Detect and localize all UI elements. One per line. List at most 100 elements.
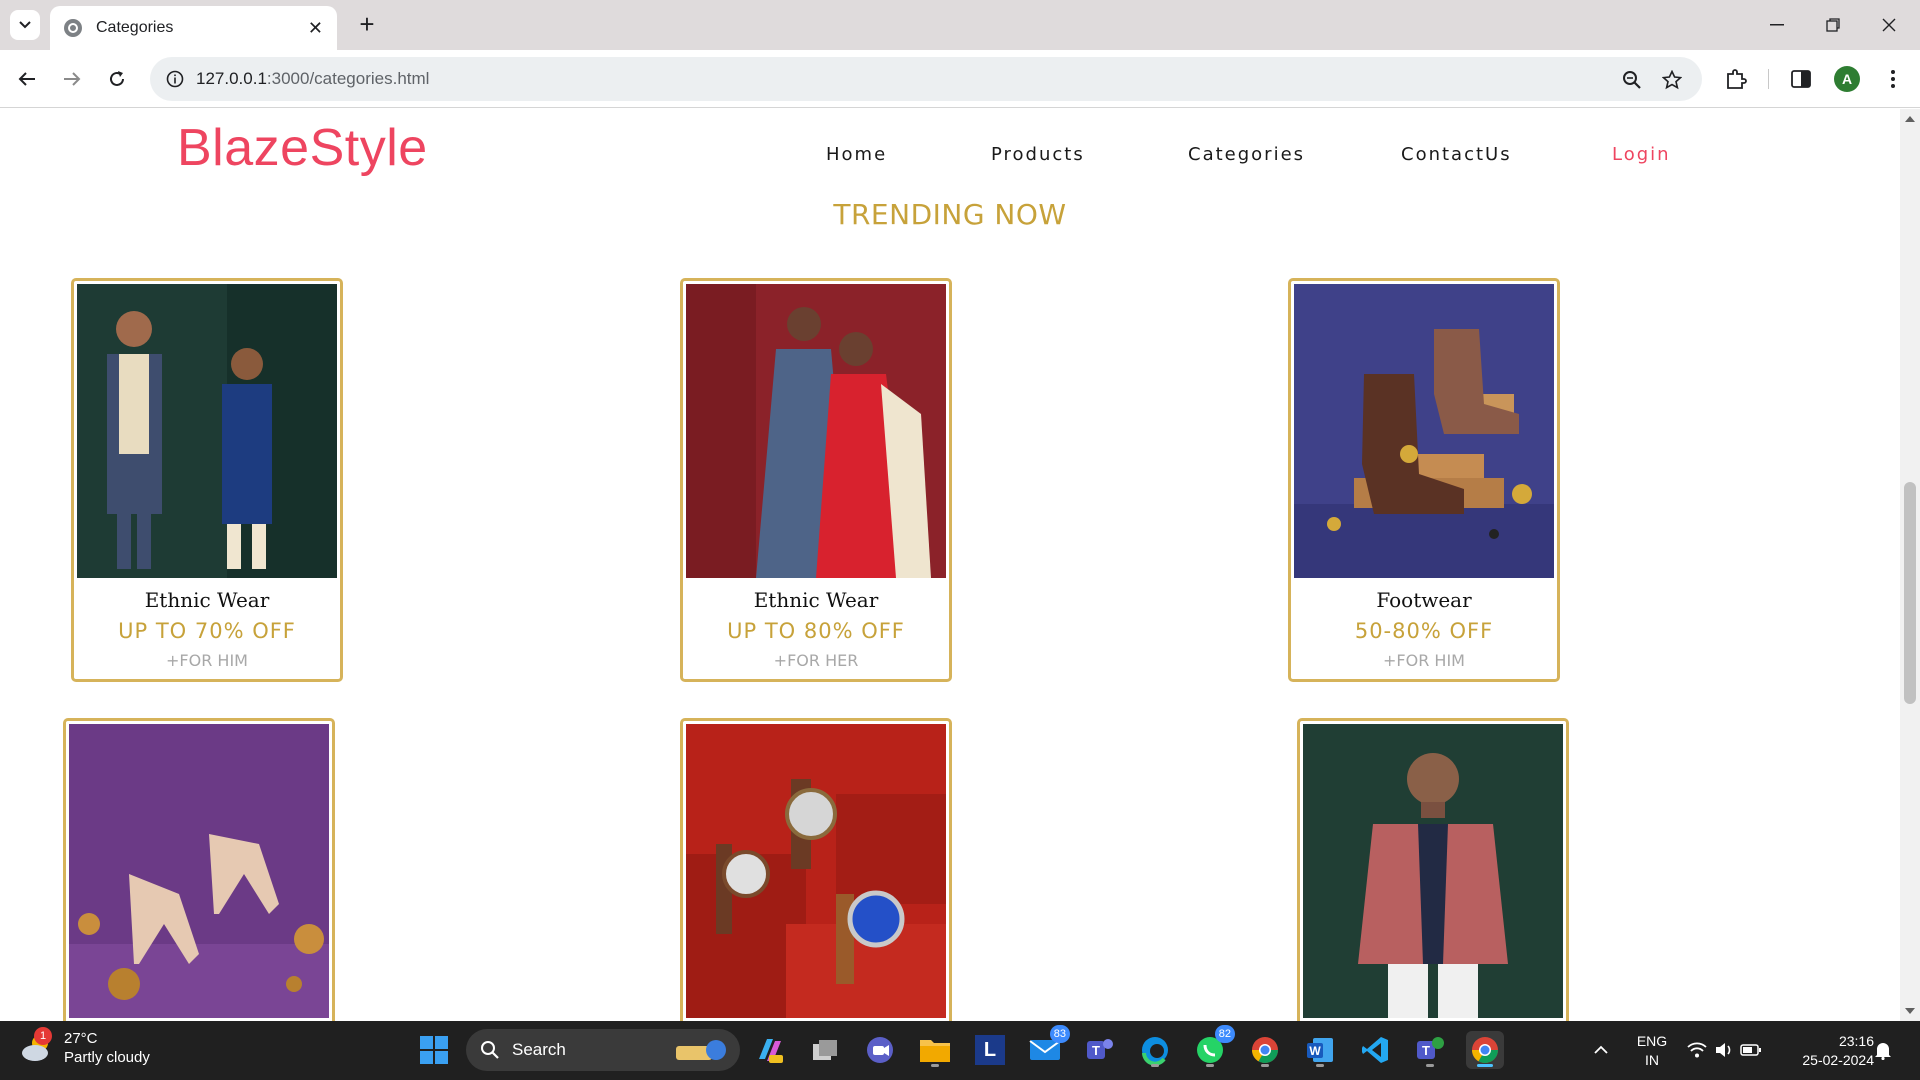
running-indicator: [1151, 1064, 1159, 1067]
svg-text:T: T: [1092, 1043, 1100, 1058]
tab-title: Categories: [96, 19, 174, 36]
scrollbar-thumb[interactable]: [1904, 482, 1916, 704]
url-host: 127.0.0.1: [196, 69, 267, 88]
nav-contactus[interactable]: ContactUs: [1401, 144, 1512, 165]
card-title: Ethnic Wear: [753, 588, 879, 612]
kebab-menu-icon: [1891, 70, 1895, 88]
show-hidden-icons-button[interactable]: [1582, 1031, 1620, 1069]
clock[interactable]: 23:16 25-02-2024: [1778, 1032, 1874, 1070]
wifi-icon: [1687, 1042, 1707, 1058]
arrow-right-icon: [64, 72, 81, 86]
file-explorer-icon[interactable]: [916, 1031, 954, 1069]
extensions-button[interactable]: [1720, 63, 1752, 95]
new-tab-button[interactable]: +: [352, 10, 382, 40]
meet-icon[interactable]: [861, 1031, 899, 1069]
taskbar-search[interactable]: Search: [466, 1029, 740, 1071]
mail-icon[interactable]: 83: [1026, 1025, 1070, 1069]
nav-login[interactable]: Login: [1612, 144, 1671, 165]
browser-tab-active[interactable]: Categories ✕: [50, 6, 337, 50]
weather-temp: 27°C: [64, 1030, 98, 1047]
browser-menu-button[interactable]: [1877, 63, 1909, 95]
puzzle-icon: [1727, 69, 1747, 89]
running-indicator: [931, 1064, 939, 1067]
category-card[interactable]: [1297, 718, 1569, 1021]
card-subtitle: +FOR HIM: [166, 651, 248, 670]
running-indicator: [1261, 1064, 1269, 1067]
close-window-button[interactable]: [1866, 8, 1912, 42]
l-app-icon[interactable]: L: [971, 1031, 1009, 1069]
card-image: [69, 724, 329, 1018]
search-label: Search: [512, 1040, 566, 1059]
back-button[interactable]: [9, 61, 45, 97]
windows-logo-icon: [420, 1036, 448, 1064]
forward-button[interactable]: [54, 61, 90, 97]
scroll-up-arrow[interactable]: [1905, 116, 1915, 122]
taskbar: 1 27°C Partly cloudy Search L 83 T 82 W …: [0, 1021, 1920, 1080]
weather-badge: 1: [34, 1027, 52, 1045]
card-offer: UP TO 80% OFF: [727, 619, 905, 643]
search-icon: [481, 1041, 499, 1059]
site-info-icon[interactable]: [162, 66, 188, 92]
browser-tab-strip: Categories ✕ +: [0, 0, 1920, 50]
url-text: 127.0.0.1:3000/categories.html: [196, 69, 429, 89]
address-bar[interactable]: 127.0.0.1:3000/categories.html: [150, 57, 1702, 101]
svg-text:W: W: [1309, 1044, 1321, 1058]
category-card[interactable]: Ethnic Wear UP TO 70% OFF +FOR HIM: [71, 278, 343, 682]
whatsapp-icon[interactable]: 82: [1191, 1025, 1235, 1069]
volume-icon: [1716, 1043, 1731, 1057]
chrome-profile-icon[interactable]: [1246, 1031, 1284, 1069]
quick-settings-button[interactable]: [1682, 1031, 1766, 1069]
edge-icon[interactable]: [1136, 1031, 1174, 1069]
card-subtitle: +FOR HIM: [1383, 651, 1465, 670]
card-title: Footwear: [1376, 588, 1472, 612]
start-button[interactable]: [415, 1031, 453, 1069]
section-title: TRENDING NOW: [833, 198, 1067, 231]
category-card[interactable]: [63, 718, 335, 1021]
url-path: :3000/categories.html: [266, 69, 430, 88]
page-scrollbar[interactable]: [1900, 109, 1920, 1021]
avatar: A: [1834, 66, 1860, 92]
category-card[interactable]: Ethnic Wear UP TO 80% OFF +FOR HER: [680, 278, 952, 682]
zoom-icon[interactable]: [1618, 66, 1646, 94]
clock-time: 23:16: [1838, 1033, 1874, 1049]
language-code: ENG: [1636, 1033, 1668, 1049]
teams-icon[interactable]: T: [1081, 1031, 1119, 1069]
globe-icon: [64, 19, 82, 37]
minimize-button[interactable]: [1754, 8, 1800, 42]
nav-categories[interactable]: Categories: [1188, 144, 1305, 165]
nav-home[interactable]: Home: [826, 144, 887, 165]
search-highlight-icon: [676, 1040, 726, 1060]
card-image: [686, 284, 946, 578]
copilot-icon[interactable]: [751, 1031, 789, 1069]
bookmark-star-icon[interactable]: [1658, 66, 1686, 94]
profile-button[interactable]: A: [1831, 63, 1863, 95]
card-image: [1303, 724, 1563, 1018]
mail-badge: 83: [1049, 1025, 1070, 1043]
browser-toolbar: 127.0.0.1:3000/categories.html A: [0, 50, 1920, 108]
close-tab-icon[interactable]: ✕: [308, 18, 323, 39]
restore-icon: [1826, 18, 1840, 32]
reload-button[interactable]: [99, 61, 135, 97]
toolbar-divider: [1768, 69, 1769, 89]
category-card[interactable]: Footwear 50-80% OFF +FOR HIM: [1288, 278, 1560, 682]
vscode-icon[interactable]: [1356, 1031, 1394, 1069]
task-view-icon[interactable]: [806, 1031, 844, 1069]
restore-button[interactable]: [1810, 8, 1856, 42]
teams-new-icon[interactable]: T: [1411, 1031, 1449, 1069]
minimize-icon: [1770, 24, 1784, 26]
side-panel-button[interactable]: [1785, 63, 1817, 95]
chevron-up-icon: [1594, 1045, 1608, 1054]
notifications-button[interactable]: [1868, 1031, 1898, 1069]
site-logo[interactable]: BlazeStyle: [177, 118, 428, 178]
chrome-active-icon[interactable]: [1466, 1031, 1504, 1069]
tab-search-button[interactable]: [10, 10, 40, 40]
running-indicator: [1316, 1064, 1324, 1067]
scroll-down-arrow[interactable]: [1905, 1008, 1915, 1014]
weather-widget[interactable]: 1 27°C Partly cloudy: [20, 1027, 150, 1067]
battery-icon: [1740, 1044, 1761, 1056]
language-indicator[interactable]: ENG IN: [1630, 1032, 1674, 1070]
nav-products[interactable]: Products: [991, 144, 1085, 165]
category-card[interactable]: [680, 718, 952, 1021]
bell-icon: [1875, 1043, 1891, 1060]
word-icon[interactable]: W: [1301, 1031, 1339, 1069]
